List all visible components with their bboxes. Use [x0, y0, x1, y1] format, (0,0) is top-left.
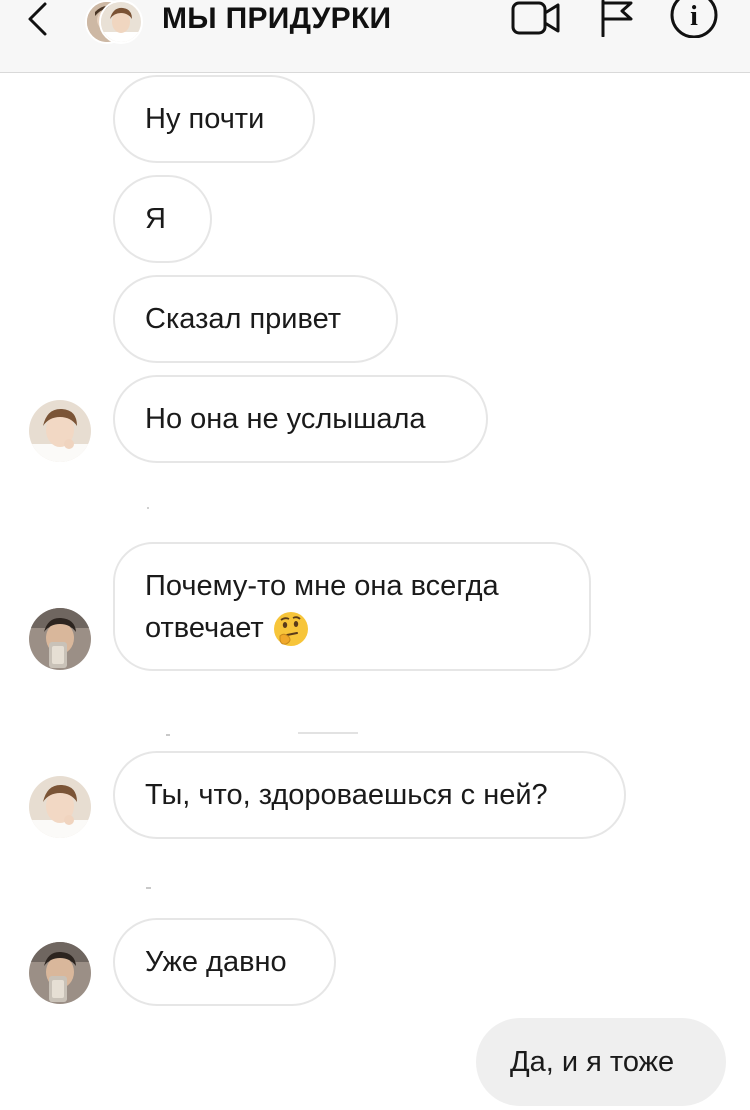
group-avatar[interactable] [85, 0, 143, 44]
message-text: Ты, что, здороваешься с ней? [145, 779, 548, 811]
flag-icon [601, 0, 633, 37]
sender-avatar[interactable] [29, 608, 91, 670]
group-avatar-front [99, 0, 143, 44]
message-text: Уже давно [145, 946, 287, 978]
message-text: Ну почти [145, 103, 265, 135]
divider-speck [146, 887, 151, 889]
message-text: Сказал привет [145, 303, 342, 335]
outgoing-message-bubble[interactable]: Да, и я тоже [476, 1018, 726, 1106]
video-camera-icon [511, 1, 560, 35]
message-bubble[interactable]: Почему-то мне она всегда отвечает [113, 542, 591, 671]
chat-header: МЫ ПРИДУРКИ i [0, 0, 750, 73]
back-button[interactable] [20, 0, 54, 38]
svg-text:i: i [690, 1, 698, 32]
video-call-button[interactable] [510, 0, 562, 38]
message-bubble[interactable]: Ты, что, здороваешься с ней? [113, 751, 626, 839]
message-bubble[interactable]: Сказал привет [113, 275, 398, 363]
divider-speck [147, 507, 149, 509]
sender-avatar[interactable] [29, 776, 91, 838]
divider-speck [166, 734, 170, 736]
thinking-face-emoji [273, 611, 308, 646]
sender-avatar[interactable] [29, 942, 91, 1004]
message-line: отвечает [145, 607, 499, 649]
message-text-block: Почему-то мне она всегда отвечает [145, 565, 499, 649]
message-text: Я [145, 203, 166, 235]
message-bubble[interactable]: Ну почти [113, 75, 315, 163]
info-button[interactable]: i [668, 0, 720, 38]
message-text: Но она не услышала [145, 403, 426, 435]
message-bubble[interactable]: Я [113, 175, 212, 263]
message-bubble[interactable]: Уже давно [113, 918, 336, 1006]
message-text: отвечает [145, 611, 264, 644]
chat-title[interactable]: МЫ ПРИДУРКИ [162, 0, 391, 38]
info-icon: i [670, 0, 718, 38]
message-bubble[interactable]: Но она не услышала [113, 375, 488, 463]
message-text: Да, и я тоже [510, 1046, 675, 1078]
chevron-left-icon [28, 2, 47, 36]
sender-avatar[interactable] [29, 400, 91, 462]
message-text: Почему-то мне она всегда [145, 569, 499, 602]
report-button[interactable] [597, 0, 637, 38]
divider-speck [298, 732, 358, 734]
